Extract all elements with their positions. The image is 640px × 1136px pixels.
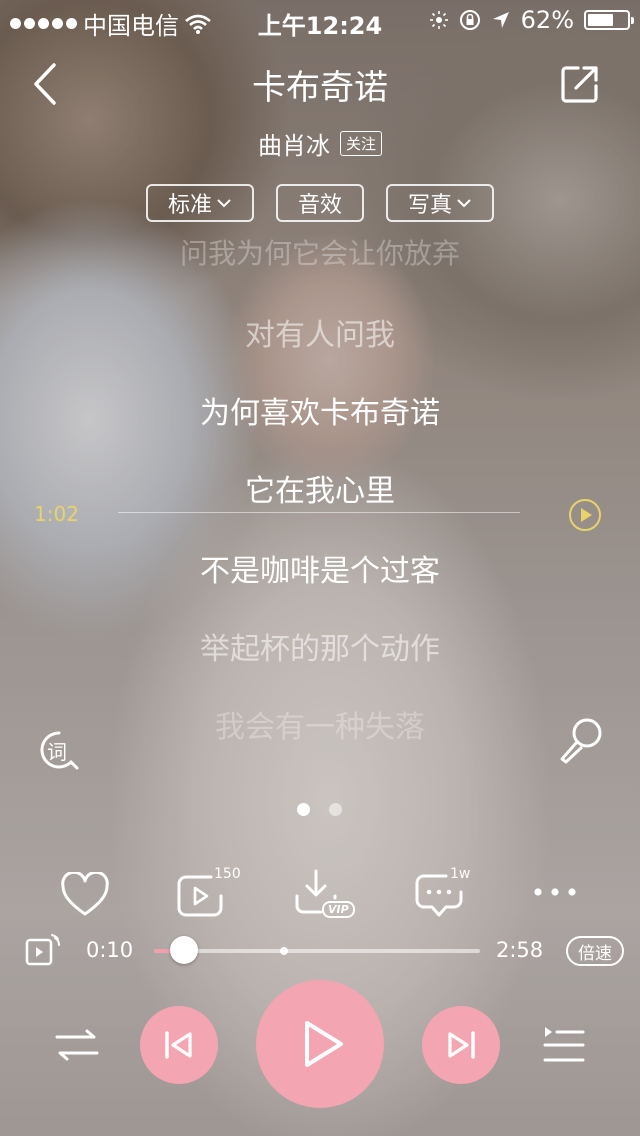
playlist-icon[interactable] bbox=[542, 1024, 586, 1066]
page-dot[interactable] bbox=[329, 803, 342, 816]
lyric-line[interactable]: 不是咖啡是个过客 bbox=[0, 546, 640, 590]
page-dot-active[interactable] bbox=[297, 803, 310, 816]
sound-effect-button[interactable]: 音效 bbox=[276, 184, 364, 222]
sound-effect-label: 音效 bbox=[297, 193, 342, 218]
battery-percent: 62% bbox=[520, 6, 574, 34]
photo-label: 写真 bbox=[407, 193, 452, 218]
microphone-icon[interactable] bbox=[556, 716, 604, 764]
buffer-marker bbox=[280, 947, 288, 955]
skip-previous-icon bbox=[165, 1031, 192, 1059]
chevron-down-icon bbox=[217, 199, 231, 208]
vip-badge: VIP bbox=[322, 901, 355, 918]
play-count-badge: 150 bbox=[214, 866, 241, 882]
lyric-line[interactable]: 为何喜欢卡布奇诺 bbox=[0, 388, 640, 432]
lyric-line-prev-1[interactable]: 对有人问我 bbox=[0, 310, 640, 354]
download-button[interactable]: VIP bbox=[294, 868, 355, 924]
share-icon[interactable] bbox=[560, 64, 600, 104]
play-count-button[interactable]: 150 bbox=[176, 866, 246, 922]
battery-icon bbox=[584, 10, 634, 30]
photo-dropdown[interactable]: 写真 bbox=[386, 184, 494, 222]
follow-button[interactable]: 关注 bbox=[339, 131, 382, 156]
progress-knob[interactable] bbox=[170, 936, 198, 964]
total-duration: 2:58 bbox=[496, 938, 544, 962]
lyrics-toggle-label: 词 bbox=[47, 740, 67, 764]
artist-row: 曲肖冰 关注 bbox=[0, 126, 640, 161]
shuffle-mode-icon[interactable] bbox=[54, 1028, 100, 1062]
lyric-line[interactable]: 我会有一种失落 bbox=[0, 702, 640, 746]
next-track-button[interactable] bbox=[422, 1006, 500, 1084]
play-button[interactable] bbox=[256, 980, 384, 1108]
lyric-line-current[interactable]: 它在我心里 bbox=[0, 466, 640, 510]
brightness-icon bbox=[429, 11, 448, 29]
lyric-line-prev-2[interactable]: 问我为何它会让你放弃 bbox=[0, 232, 640, 272]
location-arrow-icon bbox=[492, 12, 509, 28]
skip-next-icon bbox=[448, 1031, 475, 1059]
status-bar: 中国电信 上午12:24 62% bbox=[0, 0, 640, 40]
seek-play-icon[interactable] bbox=[568, 498, 602, 532]
comments-button[interactable]: 1w bbox=[414, 866, 474, 922]
playback-speed-button[interactable]: 倍速 bbox=[566, 936, 624, 966]
song-title: 卡布奇诺 bbox=[252, 68, 388, 108]
more-icon[interactable] bbox=[532, 884, 578, 900]
previous-track-button[interactable] bbox=[140, 1006, 218, 1084]
comment-count-badge: 1w bbox=[450, 866, 471, 882]
quality-label: 标准 bbox=[167, 193, 212, 218]
cast-device-icon[interactable] bbox=[24, 930, 64, 970]
status-right: 62% bbox=[429, 6, 634, 34]
progress-track[interactable] bbox=[154, 949, 480, 953]
play-icon bbox=[305, 1021, 343, 1067]
heart-icon[interactable] bbox=[60, 872, 110, 918]
rotation-lock-icon bbox=[459, 10, 480, 30]
elapsed-time: 0:10 bbox=[86, 938, 134, 962]
chevron-down-icon bbox=[457, 199, 471, 208]
lyric-seek-line bbox=[118, 512, 520, 513]
lyrics-toggle-button[interactable]: 词 bbox=[38, 730, 79, 770]
lyric-line[interactable]: 举起杯的那个动作 bbox=[0, 624, 640, 668]
artist-name[interactable]: 曲肖冰 bbox=[258, 126, 330, 161]
quality-dropdown[interactable]: 标准 bbox=[146, 184, 254, 222]
lyric-seek-time: 1:02 bbox=[34, 502, 79, 526]
